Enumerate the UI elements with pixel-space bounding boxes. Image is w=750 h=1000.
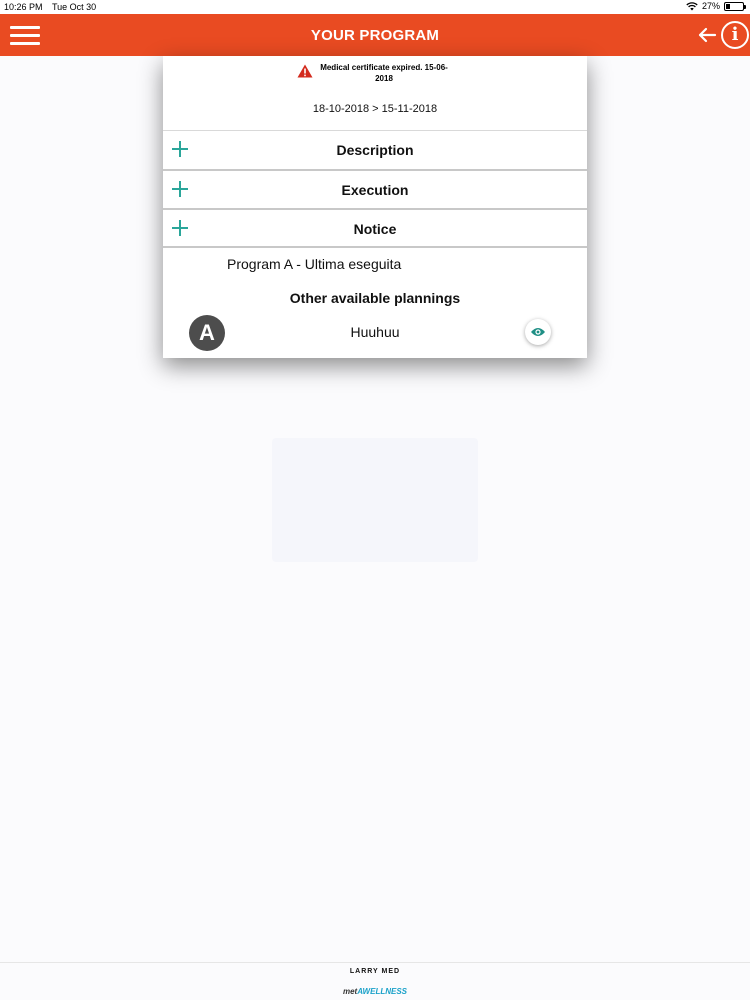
certificate-warning-text: Medical certificate expired. 15-06-2018 [320,63,448,83]
status-right: 27% [686,1,746,11]
faded-background-dialog [272,438,478,562]
status-date: Tue Oct 30 [52,2,97,12]
info-icon[interactable]: i [721,21,749,49]
section-label: Execution [341,182,409,198]
planning-row[interactable]: A Huuhuu [163,313,587,353]
view-eye-button[interactable] [525,319,551,345]
wifi-icon [686,1,698,10]
footer-partner-logo: metAWELLNESS [342,987,407,996]
other-plannings-heading: Other available plannings [289,290,461,306]
status-time: 10:26 PM [4,2,43,12]
footer-brand-logo: LARRY MED [349,968,401,975]
back-arrow-icon[interactable] [696,24,718,46]
section-label: Notice [353,221,397,237]
warning-icon [297,64,313,78]
section-description[interactable]: Description [163,130,587,169]
battery-icon [724,1,746,11]
battery-percent: 27% [701,1,720,11]
app-header: YOUR PROGRAM i [0,14,750,56]
program-date-range: 18-10-2018 > 15-11-2018 [312,103,438,115]
page-title: YOUR PROGRAM [310,27,440,44]
section-execution[interactable]: Execution [163,169,587,208]
section-label: Description [336,142,414,158]
footer: LARRY MED metAWELLNESS [0,962,750,1000]
current-program-item[interactable]: Program A - Ultima eseguita [227,256,401,272]
status-bar: 10:26 PM Tue Oct 30 27% [0,0,750,14]
section-notice[interactable]: Notice [163,208,587,248]
planning-name: Huuhuu [350,324,400,340]
eye-icon [531,328,545,336]
